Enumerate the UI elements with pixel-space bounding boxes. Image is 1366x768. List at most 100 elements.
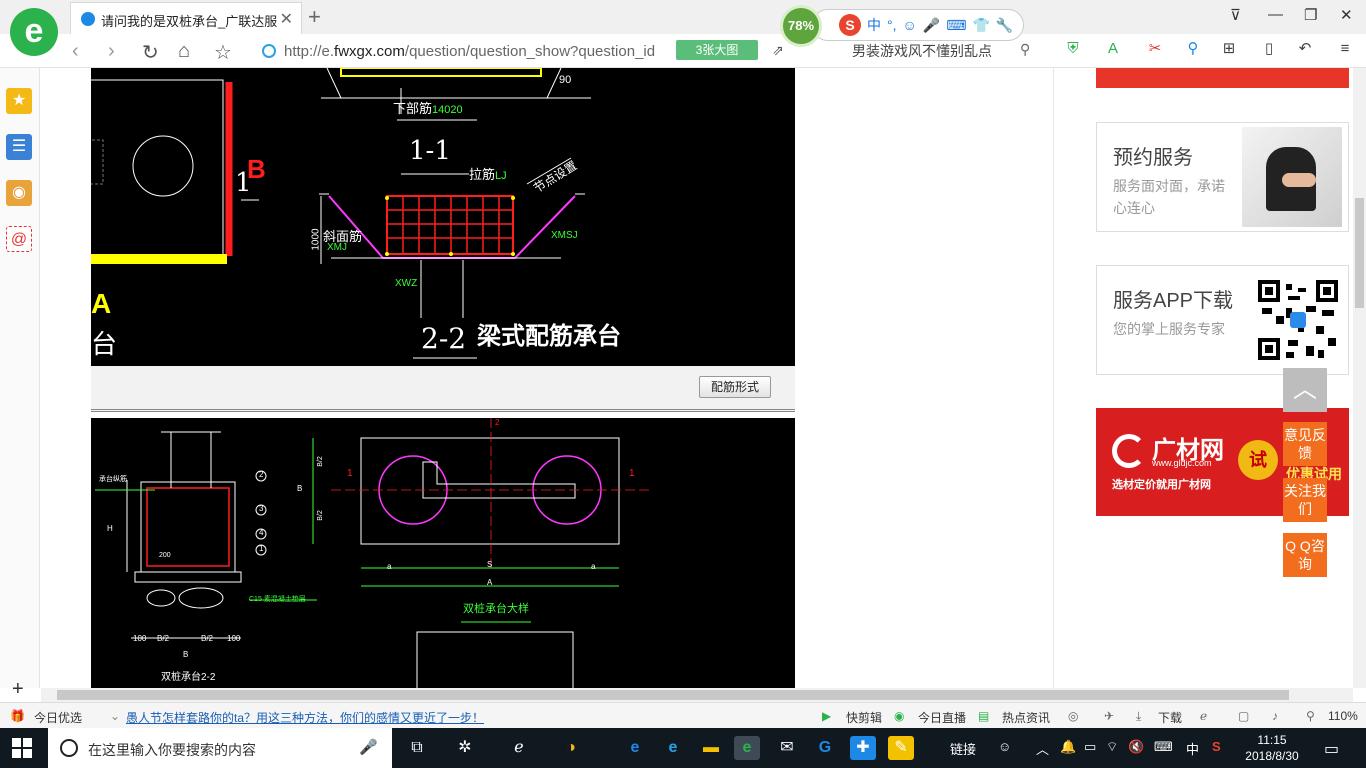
taskbar-mic-icon[interactable]: 🎤 bbox=[359, 738, 378, 756]
back-to-top-button[interactable]: ︿ bbox=[1283, 368, 1327, 412]
share-icon[interactable]: ⇗ bbox=[772, 42, 784, 59]
back-icon[interactable]: ‹ bbox=[72, 40, 79, 63]
menu-icon[interactable]: ≡ bbox=[1336, 40, 1354, 58]
image-count-button[interactable]: 3张大图 bbox=[676, 40, 758, 60]
home-icon[interactable]: ⌂ bbox=[178, 40, 190, 63]
horizontal-scrollbar[interactable] bbox=[41, 688, 1353, 702]
links-toolbar[interactable]: 链接 bbox=[950, 739, 976, 758]
address-bar[interactable]: http://e.fwxgx.com/question/question_sho… bbox=[258, 38, 670, 64]
url-text[interactable]: http://e.fwxgx.com/question/question_sho… bbox=[284, 43, 664, 60]
news-icon[interactable]: ▤ bbox=[978, 709, 989, 723]
system-clock[interactable]: 11:15 2018/8/30 bbox=[1240, 732, 1304, 764]
zoom-icon[interactable]: ⚲ bbox=[1306, 709, 1315, 723]
undo-icon[interactable]: ↶ bbox=[1296, 40, 1314, 58]
tab-close-icon[interactable]: ✕ bbox=[280, 9, 293, 29]
close-window-button[interactable]: ✕ bbox=[1340, 6, 1353, 24]
top-ad-banner[interactable] bbox=[1096, 68, 1349, 88]
bookmark-star-icon[interactable]: ☆ bbox=[214, 40, 232, 65]
ime-lang[interactable]: 中 bbox=[867, 15, 881, 35]
plus-app-icon[interactable]: ✚ bbox=[850, 736, 876, 760]
kuaijianji-icon[interactable]: ▶ bbox=[822, 709, 831, 723]
ie-mode-icon[interactable]: ℯ bbox=[1200, 709, 1207, 723]
forward-icon[interactable]: › bbox=[108, 40, 115, 63]
battery-icon[interactable]: ▭ bbox=[1084, 739, 1096, 755]
follow-us-button[interactable]: 关注我们 bbox=[1283, 478, 1327, 522]
apps-icon[interactable]: ⊞ bbox=[1220, 40, 1238, 58]
reading-list-icon[interactable]: ☰ bbox=[6, 134, 32, 160]
people-icon[interactable]: ☺ bbox=[998, 739, 1011, 754]
task-view-icon[interactable]: ⧉ bbox=[404, 736, 430, 760]
search-icon[interactable]: ⚲ bbox=[1020, 41, 1030, 58]
headline-link[interactable]: 愚人节怎样套路你的ta？用这三种方法，你们的感情又更近了一步！ bbox=[126, 709, 484, 726]
window-icon[interactable]: ▢ bbox=[1238, 709, 1249, 723]
notification-bell-icon[interactable]: 🔔 bbox=[1060, 739, 1076, 755]
mail-icon[interactable]: ✉ bbox=[774, 736, 800, 760]
horizontal-scroll-thumb[interactable] bbox=[57, 690, 1289, 700]
download-icon[interactable]: ⤓ bbox=[1136, 709, 1141, 724]
tray-chevron-icon[interactable]: ︿ bbox=[1036, 739, 1049, 758]
browser-tab[interactable]: 请问我的是双桩承台_广联达服务 ✕ bbox=[70, 2, 302, 34]
maximize-button[interactable]: ❐ bbox=[1304, 6, 1317, 24]
browser-logo-icon[interactable]: e bbox=[10, 8, 58, 56]
ie-icon[interactable]: e bbox=[622, 736, 648, 760]
keyboard-icon[interactable]: ⌨ bbox=[946, 17, 966, 34]
vertical-scrollbar[interactable] bbox=[1353, 68, 1366, 688]
news-search-input[interactable]: 男装游戏风不懂别乱点 bbox=[852, 41, 992, 61]
reader-icon[interactable]: ▯ bbox=[1260, 40, 1278, 58]
new-tab-button[interactable]: + bbox=[308, 4, 321, 30]
ime-toolbar[interactable]: S 中 °, ☺ 🎤 ⌨ 👕 🔧 bbox=[812, 9, 1024, 41]
ime-punct[interactable]: °, bbox=[887, 17, 897, 33]
qq-consult-button[interactable]: Q Q咨询 bbox=[1283, 533, 1327, 577]
restore-tabs-icon[interactable]: ⊽ bbox=[1230, 6, 1241, 24]
taskbar-search-box[interactable]: 在这里输入你要搜索的内容 🎤 bbox=[48, 728, 392, 768]
chevron-down-icon[interactable]: ⌄ bbox=[110, 709, 120, 723]
action-center-icon[interactable]: ▭ bbox=[1324, 739, 1339, 759]
360-guard-icon[interactable]: ◑ bbox=[558, 736, 584, 760]
ime-battery-badge[interactable]: 78% bbox=[780, 5, 822, 47]
add-sidebar-icon[interactable]: + bbox=[12, 678, 24, 701]
ie-alt-icon[interactable]: e bbox=[660, 736, 686, 760]
volume-muted-icon[interactable]: 🔇 bbox=[1128, 739, 1144, 755]
skin-icon[interactable]: 👕 bbox=[972, 17, 989, 34]
minimize-button[interactable]: — bbox=[1268, 6, 1283, 23]
file-explorer-icon[interactable]: ▬ bbox=[698, 736, 724, 760]
glodon-app-icon[interactable]: G bbox=[812, 736, 838, 760]
live-icon[interactable]: ◉ bbox=[894, 709, 904, 723]
email-icon[interactable]: @ bbox=[6, 226, 32, 252]
gift-icon[interactable]: 🎁 bbox=[10, 709, 25, 723]
edge-icon[interactable]: ℯ bbox=[506, 736, 532, 760]
vertical-scroll-thumb[interactable] bbox=[1355, 198, 1364, 308]
rebar-form-button[interactable]: 配筋形式 bbox=[699, 376, 771, 398]
fan-app-icon[interactable]: ✲ bbox=[452, 736, 478, 760]
download-link[interactable]: 下载 bbox=[1158, 709, 1182, 726]
weibo-icon[interactable]: ◉ bbox=[6, 180, 32, 206]
sogou-icon[interactable]: S bbox=[839, 14, 861, 36]
microphone-icon[interactable]: 🎤 bbox=[923, 17, 940, 34]
today-pick-link[interactable]: 今日优选 bbox=[34, 709, 82, 726]
emoji-icon[interactable]: ☺ bbox=[903, 17, 917, 33]
windows-start-icon[interactable] bbox=[12, 738, 32, 758]
speed-icon[interactable]: ◎ bbox=[1068, 709, 1078, 723]
input-language[interactable]: 中 bbox=[1186, 739, 1199, 758]
cortana-icon[interactable] bbox=[60, 739, 78, 757]
app-download-card[interactable]: 服务APP下载 您的掌上服务专家 bbox=[1096, 265, 1349, 375]
refresh-icon[interactable]: ↻ bbox=[142, 40, 159, 65]
keyboard-tray-icon[interactable]: ⌨ bbox=[1154, 739, 1173, 755]
appointment-service-card[interactable]: 预约服务 服务面对面，承诺心连心 bbox=[1096, 122, 1349, 232]
pin-icon[interactable]: ✈ bbox=[1104, 709, 1114, 723]
zoom-level[interactable]: 110% bbox=[1328, 709, 1358, 723]
network-icon[interactable]: ⌔ bbox=[1106, 739, 1118, 755]
notes-app-icon[interactable]: ✎ bbox=[888, 736, 914, 760]
wrench-icon[interactable]: 🔧 bbox=[996, 17, 1013, 34]
speaker-icon[interactable]: ♪ bbox=[1272, 709, 1278, 723]
feedback-button[interactable]: 意见反馈 bbox=[1283, 422, 1327, 466]
shield-icon[interactable]: ⛨ bbox=[1064, 40, 1082, 58]
magnifier-icon[interactable]: ⚲ bbox=[1184, 40, 1202, 58]
scissors-icon[interactable]: ✂ bbox=[1146, 40, 1164, 58]
kuaijianji-link[interactable]: 快剪辑 bbox=[846, 709, 882, 726]
site-info-icon[interactable] bbox=[262, 44, 276, 58]
live-link[interactable]: 今日直播 bbox=[918, 709, 966, 726]
hot-news-link[interactable]: 热点资讯 bbox=[1002, 709, 1050, 726]
360-browser-taskbar-icon[interactable]: e bbox=[734, 736, 760, 760]
translate-icon[interactable]: A bbox=[1104, 40, 1122, 58]
